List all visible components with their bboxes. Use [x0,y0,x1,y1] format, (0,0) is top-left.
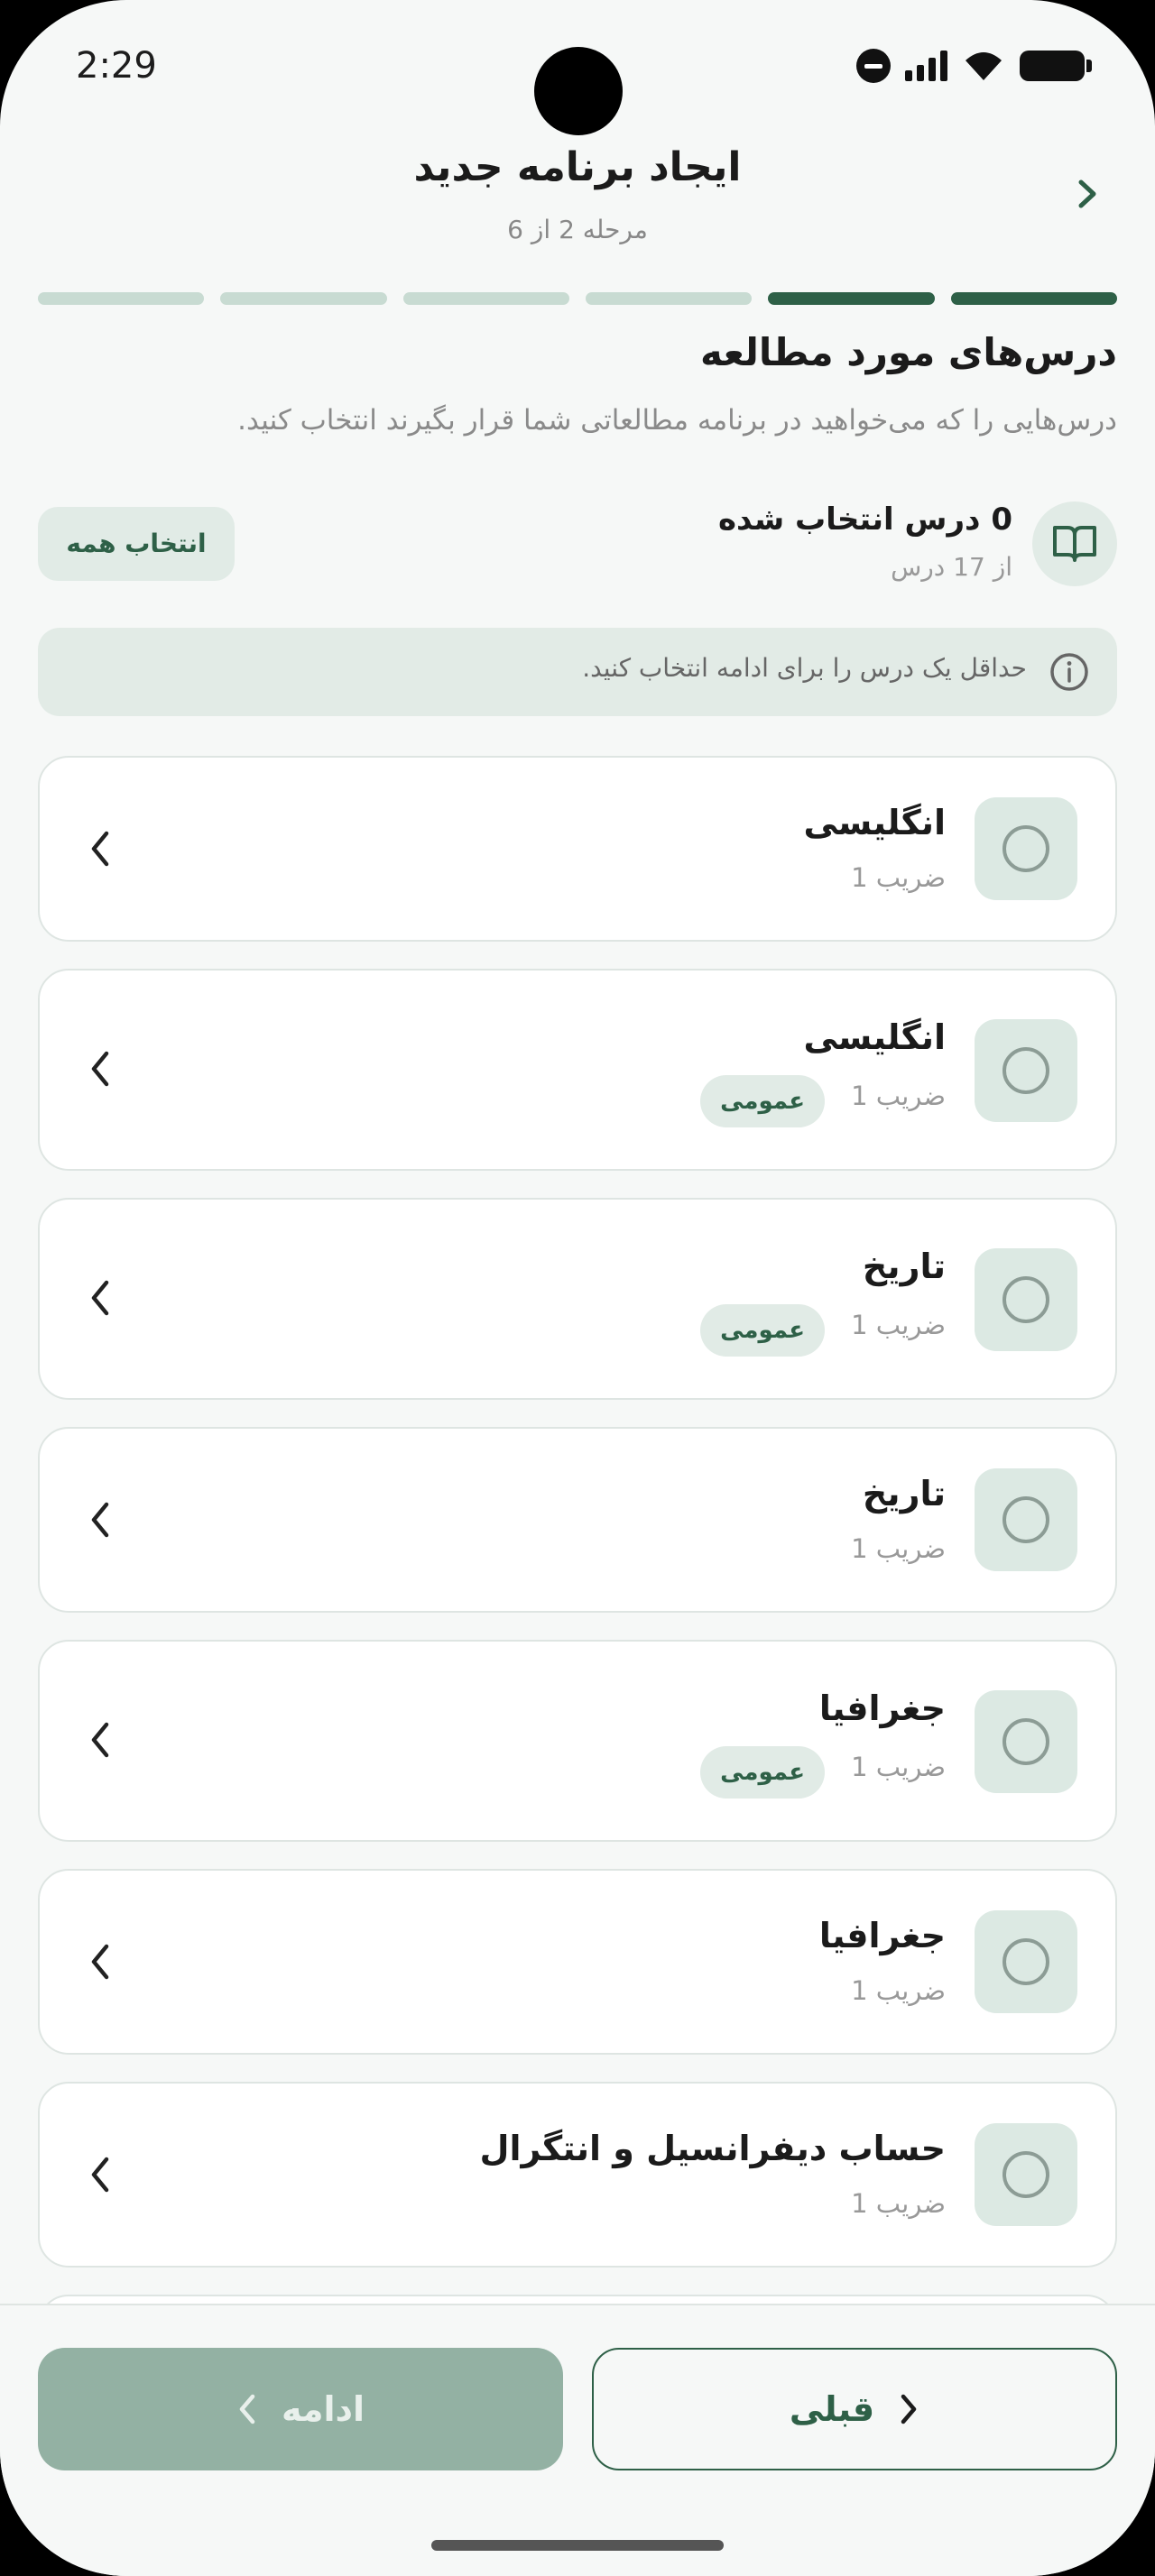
course-badge: عمومی [700,1746,825,1799]
course-name: انگلیسی [803,1017,946,1057]
course-name: تاریخ [862,1247,946,1286]
do-not-disturb-icon [856,49,891,83]
wifi-icon [966,52,1002,80]
course-coefficient: ضریب 1 [851,1310,946,1340]
course-name: انگلیسی [803,803,946,842]
phone-screen: 2:29 ایجاد برنامه جدید مرحله 2 از 6 درس‌… [0,0,1155,2576]
course-card[interactable]: تاریخ ضریب 1 عمومی [38,1198,1117,1400]
course-card[interactable]: تاریخ ضریب 1 [38,1427,1117,1613]
course-checkbox[interactable] [975,797,1077,900]
footer-actions: ادامه قبلی [0,2304,1155,2576]
section-description: درس‌هایی را که می‌خواهید در برنامه مطالع… [237,404,1117,437]
progress-segment [585,292,753,305]
chevron-left-icon[interactable] [87,1499,114,1541]
progress-segment [402,292,569,305]
camera-notch [534,47,623,135]
course-card[interactable]: انگلیسی ضریب 1 [38,756,1117,942]
selection-icon-wrap [1032,501,1117,586]
course-card[interactable]: جغرافیا ضریب 1 عمومی [38,1640,1117,1842]
progress-segment [38,292,205,305]
home-indicator[interactable] [431,2540,724,2551]
course-checkbox[interactable] [975,1468,1077,1571]
step-indicator: مرحله 2 از 6 [507,215,648,244]
progress-segment-active [768,292,935,305]
course-coefficient: ضریب 1 [851,2188,946,2219]
course-card[interactable]: انگلیسی ضریب 1 عمومی [38,969,1117,1171]
course-coefficient: ضریب 1 [851,1975,946,2006]
course-badge: عمومی [700,1304,825,1357]
chevron-left-icon[interactable] [87,2154,114,2195]
chevron-left-icon[interactable] [87,1048,114,1090]
status-time: 2:29 [76,45,157,87]
course-checkbox[interactable] [975,1690,1077,1793]
chevron-left-icon[interactable] [87,1277,114,1319]
previous-button-label: قبلی [789,2389,875,2429]
chevron-right-icon [901,2394,917,2424]
previous-button[interactable]: قبلی [592,2348,1117,2470]
course-name: جغرافیا [818,1688,946,1728]
course-card[interactable]: حساب دیفرانسیل و انتگرال ضریب 1 [38,2082,1117,2268]
course-checkbox[interactable] [975,1248,1077,1351]
progress-segment-active [950,292,1117,305]
course-name: جغرافیا [818,1916,946,1955]
course-name: تاریخ [862,1474,946,1513]
course-checkbox[interactable] [975,2123,1077,2226]
info-icon [1050,653,1088,691]
notice-text: حداقل یک درس را برای ادامه انتخاب کنید. [582,653,1027,683]
signal-icon [905,51,947,81]
battery-icon [1020,51,1092,81]
select-all-button[interactable]: انتخاب همه [38,507,235,581]
book-open-icon [1053,526,1096,562]
course-name: حساب دیفرانسیل و انتگرال [479,2129,946,2168]
chevron-right-icon[interactable] [1063,170,1112,218]
total-count: از 17 درس [891,552,1012,582]
course-coefficient: ضریب 1 [851,862,946,893]
info-notice: حداقل یک درس را برای ادامه انتخاب کنید. [38,628,1117,716]
step-progress-bar [38,292,1117,305]
chevron-left-icon [239,2394,255,2424]
status-icons [856,49,1092,83]
course-card[interactable]: جغرافیا ضریب 1 [38,1869,1117,2055]
section-title: درس‌های مورد مطالعه [699,330,1117,374]
next-button-label: ادامه [281,2389,365,2429]
chevron-left-icon[interactable] [87,828,114,869]
course-checkbox[interactable] [975,1910,1077,2013]
selected-count: 0 درس انتخاب شده [717,501,1012,538]
next-button[interactable]: ادامه [38,2348,563,2470]
progress-segment [220,292,387,305]
course-coefficient: ضریب 1 [851,1081,946,1111]
course-coefficient: ضریب 1 [851,1752,946,1782]
course-checkbox[interactable] [975,1019,1077,1122]
status-bar: 2:29 [0,0,1155,135]
chevron-left-icon[interactable] [87,1941,114,1983]
course-badge: عمومی [700,1075,825,1127]
course-coefficient: ضریب 1 [851,1533,946,1564]
page-title: ایجاد برنامه جدید [413,144,742,190]
chevron-left-icon[interactable] [87,1719,114,1761]
